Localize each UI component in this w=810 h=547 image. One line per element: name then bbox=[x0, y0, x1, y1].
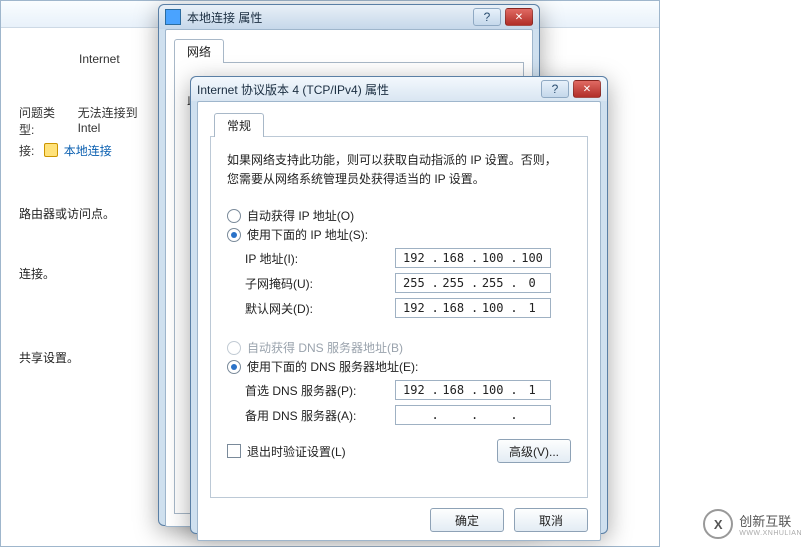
radio-icon bbox=[227, 360, 241, 374]
ip-address-label: IP 地址(I): bbox=[245, 250, 395, 267]
radio-use-ip[interactable]: 使用下面的 IP 地址(S): bbox=[227, 226, 571, 243]
problem-type-value: 无法连接到 Intel bbox=[78, 104, 159, 138]
radio-auto-dns-label: 自动获得 DNS 服务器地址(B) bbox=[247, 339, 403, 356]
dns2-field[interactable]: . . . bbox=[395, 405, 551, 425]
local-conn-titlebar[interactable]: 本地连接 属性 ? ✕ bbox=[159, 5, 539, 29]
ok-button[interactable]: 确定 bbox=[430, 508, 504, 532]
validate-label: 退出时验证设置(L) bbox=[247, 443, 346, 460]
radio-icon bbox=[227, 228, 241, 242]
brand-name: 创新互联 bbox=[739, 511, 802, 530]
internet-location-label: Internet bbox=[79, 52, 159, 66]
radio-auto-ip[interactable]: 自动获得 IP 地址(O) bbox=[227, 207, 571, 224]
ip-address-field[interactable]: 192. 168. 100. 100 bbox=[395, 248, 551, 268]
brand-logo: X 创新互联 WWW.XNHULIAN bbox=[703, 509, 802, 539]
adapter-icon bbox=[165, 9, 181, 25]
local-conn-title: 本地连接 属性 bbox=[187, 9, 262, 26]
subnet-mask-label: 子网掩码(U): bbox=[245, 275, 395, 292]
cancel-button[interactable]: 取消 bbox=[514, 508, 588, 532]
warning-icon bbox=[44, 143, 58, 157]
right-white-panel: X 创新互联 WWW.XNHULIAN bbox=[660, 0, 810, 547]
ipv4-titlebar[interactable]: Internet 协议版本 4 (TCP/IPv4) 属性 ? ✕ bbox=[191, 77, 607, 101]
body-hint-3: 共享设置。 bbox=[19, 349, 79, 366]
help-button[interactable]: ? bbox=[473, 8, 501, 26]
brand-badge-icon: X bbox=[703, 509, 733, 539]
advanced-button[interactable]: 高级(V)... bbox=[497, 439, 571, 463]
ipv4-title: Internet 协议版本 4 (TCP/IPv4) 属性 bbox=[197, 81, 389, 98]
validate-on-exit-checkbox[interactable]: 退出时验证设置(L) bbox=[227, 443, 346, 460]
body-hint-1: 路由器或访问点。 bbox=[19, 205, 115, 222]
dns1-label: 首选 DNS 服务器(P): bbox=[245, 382, 395, 399]
local-connection-link[interactable]: 本地连接 bbox=[64, 144, 112, 158]
checkbox-icon bbox=[227, 444, 241, 458]
radio-icon bbox=[227, 341, 241, 355]
close-button[interactable]: ✕ bbox=[573, 80, 601, 98]
gateway-label: 默认网关(D): bbox=[245, 300, 395, 317]
radio-auto-dns: 自动获得 DNS 服务器地址(B) bbox=[227, 339, 571, 356]
tab-network[interactable]: 网络 bbox=[174, 39, 224, 63]
radio-use-ip-label: 使用下面的 IP 地址(S): bbox=[247, 226, 368, 243]
radio-icon bbox=[227, 209, 241, 223]
dns2-label: 备用 DNS 服务器(A): bbox=[245, 407, 395, 424]
close-button[interactable]: ✕ bbox=[505, 8, 533, 26]
description-text: 如果网络支持此功能，则可以获取自动指派的 IP 设置。否则， 您需要从网络系统管… bbox=[227, 151, 571, 189]
radio-use-dns-label: 使用下面的 DNS 服务器地址(E): bbox=[247, 358, 418, 375]
dns1-field[interactable]: 192. 168. 100. 1 bbox=[395, 380, 551, 400]
gateway-field[interactable]: 192. 168. 100. 1 bbox=[395, 298, 551, 318]
radio-use-dns[interactable]: 使用下面的 DNS 服务器地址(E): bbox=[227, 358, 571, 375]
ipv4-properties-dialog: Internet 协议版本 4 (TCP/IPv4) 属性 ? ✕ 常规 如果网… bbox=[190, 76, 608, 534]
tab-general[interactable]: 常规 bbox=[214, 113, 264, 137]
problem-type-label: 问题类型: bbox=[19, 104, 68, 138]
connection-label: 接: bbox=[19, 142, 34, 159]
subnet-mask-field[interactable]: 255. 255. 255. 0 bbox=[395, 273, 551, 293]
help-button[interactable]: ? bbox=[541, 80, 569, 98]
body-hint-2: 连接。 bbox=[19, 265, 55, 282]
brand-sub: WWW.XNHULIAN bbox=[739, 530, 802, 537]
radio-auto-ip-label: 自动获得 IP 地址(O) bbox=[247, 207, 354, 224]
